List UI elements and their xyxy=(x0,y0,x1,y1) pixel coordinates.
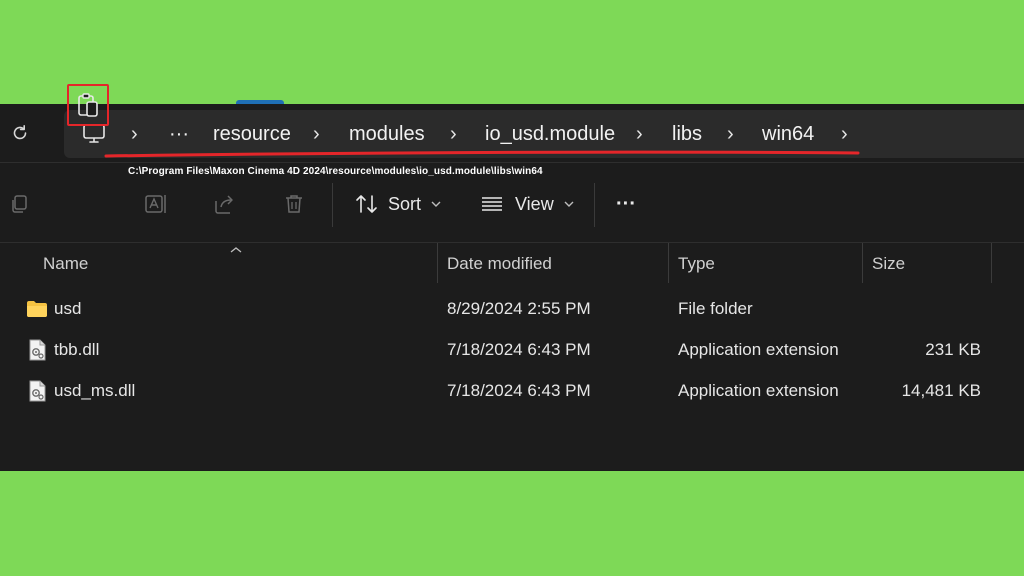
column-name[interactable]: Name xyxy=(43,243,88,285)
dll-file-icon xyxy=(29,339,46,361)
file-date: 7/18/2024 6:43 PM xyxy=(447,340,591,359)
address-row: › ··· resource › modules › io_usd.module… xyxy=(0,104,1024,162)
rename-icon xyxy=(145,195,166,213)
file-row[interactable]: usd_ms.dll 7/18/2024 6:43 PM Application… xyxy=(0,371,1024,411)
share-button[interactable] xyxy=(210,189,240,219)
toolbar-divider xyxy=(594,183,595,227)
file-row[interactable]: tbb.dll 7/18/2024 6:43 PM Application ex… xyxy=(0,330,1024,370)
paste-icon xyxy=(78,93,98,117)
toolbar-divider xyxy=(332,183,333,227)
trash-icon xyxy=(286,195,302,213)
refresh-icon xyxy=(13,125,27,140)
more-options-button[interactable]: ··· xyxy=(616,187,636,221)
sort-label: Sort xyxy=(388,193,422,214)
view-list-icon xyxy=(482,197,502,211)
column-type[interactable]: Type xyxy=(678,243,715,285)
path-underline-annotation xyxy=(104,150,860,158)
column-divider[interactable] xyxy=(668,243,669,283)
view-label: View xyxy=(515,193,554,214)
file-type: Application extension xyxy=(678,340,839,359)
paste-button[interactable] xyxy=(67,84,109,126)
file-type: Application extension xyxy=(678,381,839,400)
rename-button[interactable] xyxy=(141,189,171,219)
file-size: 14,481 KB xyxy=(901,381,981,400)
column-size[interactable]: Size xyxy=(872,243,905,285)
file-date: 8/29/2024 2:55 PM xyxy=(447,299,591,318)
computer-icon xyxy=(83,124,105,143)
delete-button[interactable] xyxy=(279,189,309,219)
column-divider[interactable] xyxy=(437,243,438,283)
sort-ascending-icon xyxy=(230,243,242,257)
column-divider[interactable] xyxy=(991,243,992,283)
view-button[interactable]: View xyxy=(480,187,574,221)
chevron-down-icon xyxy=(431,201,441,207)
dll-file-icon xyxy=(29,380,46,402)
file-size: 231 KB xyxy=(925,340,981,359)
file-row[interactable]: usd 8/29/2024 2:55 PM File folder xyxy=(0,289,1024,329)
column-header-row: Name Date modified Type Size xyxy=(0,242,1024,285)
sort-button[interactable]: Sort xyxy=(354,187,441,221)
file-name: tbb.dll xyxy=(54,340,100,359)
file-date: 7/18/2024 6:43 PM xyxy=(447,381,591,400)
folder-icon xyxy=(27,301,47,317)
file-explorer-window: › ··· resource › modules › io_usd.module… xyxy=(0,104,1024,471)
refresh-button[interactable] xyxy=(8,121,32,145)
file-name: usd_ms.dll xyxy=(54,381,136,400)
file-name: usd xyxy=(54,299,82,318)
sort-icon xyxy=(356,195,377,213)
share-icon xyxy=(215,195,233,214)
chevron-down-icon xyxy=(564,201,574,207)
column-divider[interactable] xyxy=(862,243,863,283)
copy-button[interactable] xyxy=(4,189,34,219)
column-date-modified[interactable]: Date modified xyxy=(447,243,552,285)
file-size xyxy=(873,289,981,329)
full-path-annotation: C:\Program Files\Maxon Cinema 4D 2024\re… xyxy=(128,166,543,177)
file-type: File folder xyxy=(678,299,753,318)
copy-icon xyxy=(12,195,27,213)
